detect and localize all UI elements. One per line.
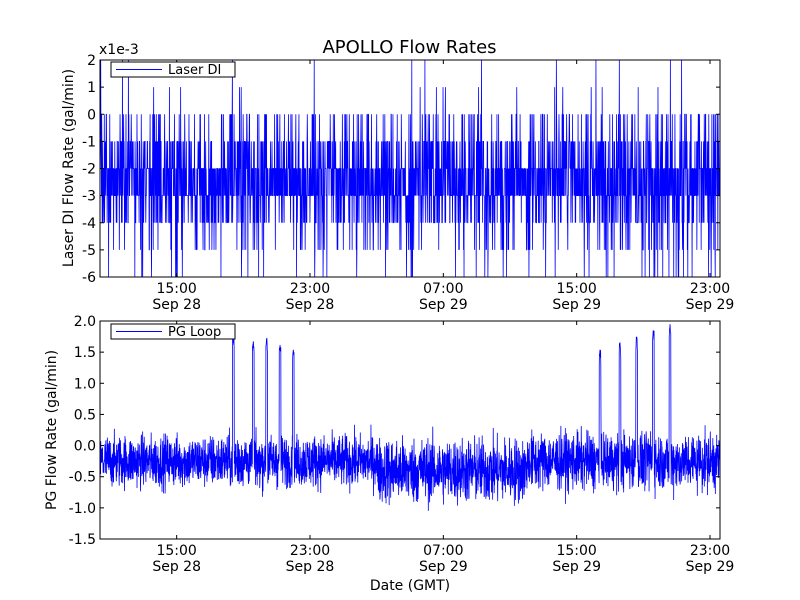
figure: APOLLO Flow Rates x1e-3 Laser DI Flow Ra… [0,0,800,600]
chart-title: APOLLO Flow Rates [322,37,496,58]
y-tick-label: -6 [82,270,96,286]
y-tick-label: -0.5 [69,470,96,486]
x-tick-date-label: Sep 29 [686,559,735,575]
y-tick-label: 0.0 [74,439,96,455]
x-tick-time-label: 23:00 [290,543,330,559]
x-tick-date-label: Sep 29 [419,559,468,575]
y-tick-label: -1 [82,134,96,150]
x-tick-time-label: 15:00 [556,281,596,297]
x-tick-time-label: 07:00 [423,281,463,297]
top-y-axis-label: Laser DI Flow Rate (gal/min) [61,69,77,267]
y-tick-label: 0.5 [74,407,96,423]
x-tick-date-label: Sep 29 [552,297,601,313]
x-tick-time-label: 15:00 [556,543,596,559]
y-tick-label: -1.0 [69,501,96,517]
y-tick-label: -3 [82,189,96,205]
x-tick-date-label: Sep 28 [286,559,335,575]
y-offset-label: x1e-3 [99,42,139,58]
bottom-legend: PG Loop [110,323,236,340]
y-tick-label: 1 [87,80,96,96]
bottom-legend-label: PG Loop [168,325,221,340]
x-tick-time-label: 15:00 [156,543,196,559]
y-tick-label: -4 [82,216,96,232]
x-tick-time-label: 07:00 [423,543,463,559]
bottom-y-axis-label: PG Flow Rate (gal/min) [44,350,60,510]
x-tick-time-label: 23:00 [690,543,730,559]
x-tick-date-label: Sep 28 [152,559,201,575]
x-tick-time-label: 23:00 [690,281,730,297]
top-legend: Laser DI [110,61,236,78]
x-tick-time-label: 15:00 [156,281,196,297]
figure-background [0,0,800,600]
x-tick-time-label: 23:00 [290,281,330,297]
y-tick-label: 1.5 [74,345,96,361]
y-tick-label: 2.0 [74,314,96,330]
x-tick-date-label: Sep 29 [419,297,468,313]
top-legend-label: Laser DI [168,63,221,78]
x-tick-date-label: Sep 29 [552,559,601,575]
y-tick-label: 1.0 [74,376,96,392]
y-tick-label: -5 [82,243,96,259]
y-tick-label: 2 [87,53,96,69]
y-tick-label: -1.5 [69,532,96,548]
x-tick-date-label: Sep 28 [286,297,335,313]
x-tick-date-label: Sep 29 [686,297,735,313]
y-tick-label: 0 [87,107,96,123]
y-tick-label: -2 [82,162,96,178]
x-tick-date-label: Sep 28 [152,297,201,313]
x-axis-label: Date (GMT) [370,578,450,594]
